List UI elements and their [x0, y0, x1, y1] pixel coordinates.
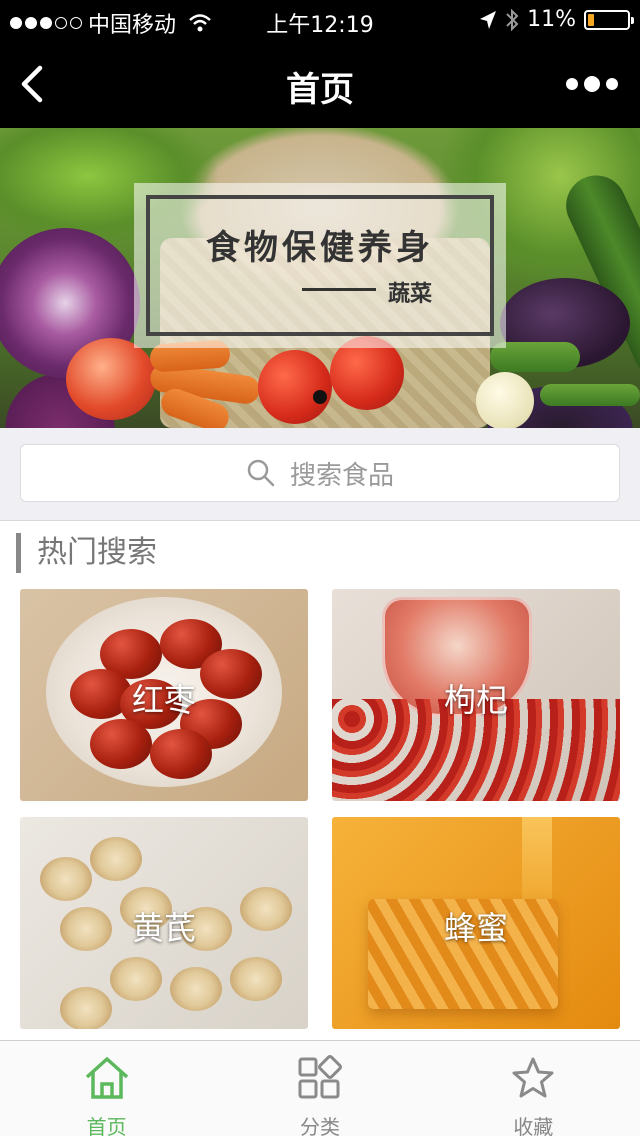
- search-icon: [247, 459, 275, 487]
- section-title: 热门搜索: [16, 533, 157, 573]
- location-arrow-icon: [480, 10, 497, 29]
- search-area: 搜索食品: [0, 428, 640, 520]
- status-bar: 中国移动 上午12:19 11%: [0, 0, 640, 40]
- tab-home[interactable]: 首页: [0, 1041, 213, 1136]
- food-label: 蜂蜜: [443, 909, 508, 947]
- category-icon: [298, 1055, 342, 1099]
- tab-label: 收藏: [513, 1115, 554, 1136]
- banner-headline: 食物保健养身: [206, 228, 434, 268]
- carousel-indicator: [0, 390, 640, 404]
- tab-favorites[interactable]: 收藏: [427, 1041, 640, 1136]
- food-tile-goji[interactable]: 枸杞: [332, 589, 620, 801]
- food-tile-jujube[interactable]: 红枣: [20, 589, 308, 801]
- hot-search-section: 热门搜索 红枣 枸杞 黄芪 蜂蜜: [0, 520, 640, 1040]
- food-tile-astragalus[interactable]: 黄芪: [20, 817, 308, 1029]
- battery-percentage: 11%: [527, 7, 576, 32]
- food-tile-honey[interactable]: 蜂蜜: [332, 817, 620, 1029]
- banner-carousel[interactable]: 食物保健养身 蔬菜: [0, 128, 640, 428]
- tab-label: 首页: [86, 1115, 127, 1136]
- status-right-group: 11%: [479, 7, 634, 32]
- more-options-icon[interactable]: [564, 70, 620, 98]
- home-icon: [85, 1057, 128, 1099]
- tab-category[interactable]: 分类: [213, 1041, 426, 1136]
- search-placeholder: 搜索食品: [289, 460, 394, 491]
- page-title: 首页: [286, 70, 354, 110]
- battery-icon: [584, 9, 634, 30]
- bluetooth-icon: [506, 8, 519, 31]
- search-input[interactable]: 搜索食品: [20, 444, 620, 502]
- food-label: 黄芪: [131, 909, 196, 947]
- food-label: 红枣: [131, 681, 196, 719]
- tab-bar: 首页 分类 收藏: [0, 1040, 640, 1136]
- banner-subtitle: 蔬菜: [388, 282, 433, 307]
- tab-label: 分类: [299, 1115, 340, 1136]
- star-icon: [512, 1057, 554, 1098]
- food-label: 枸杞: [443, 681, 508, 719]
- navigation-bar: 首页: [0, 40, 640, 128]
